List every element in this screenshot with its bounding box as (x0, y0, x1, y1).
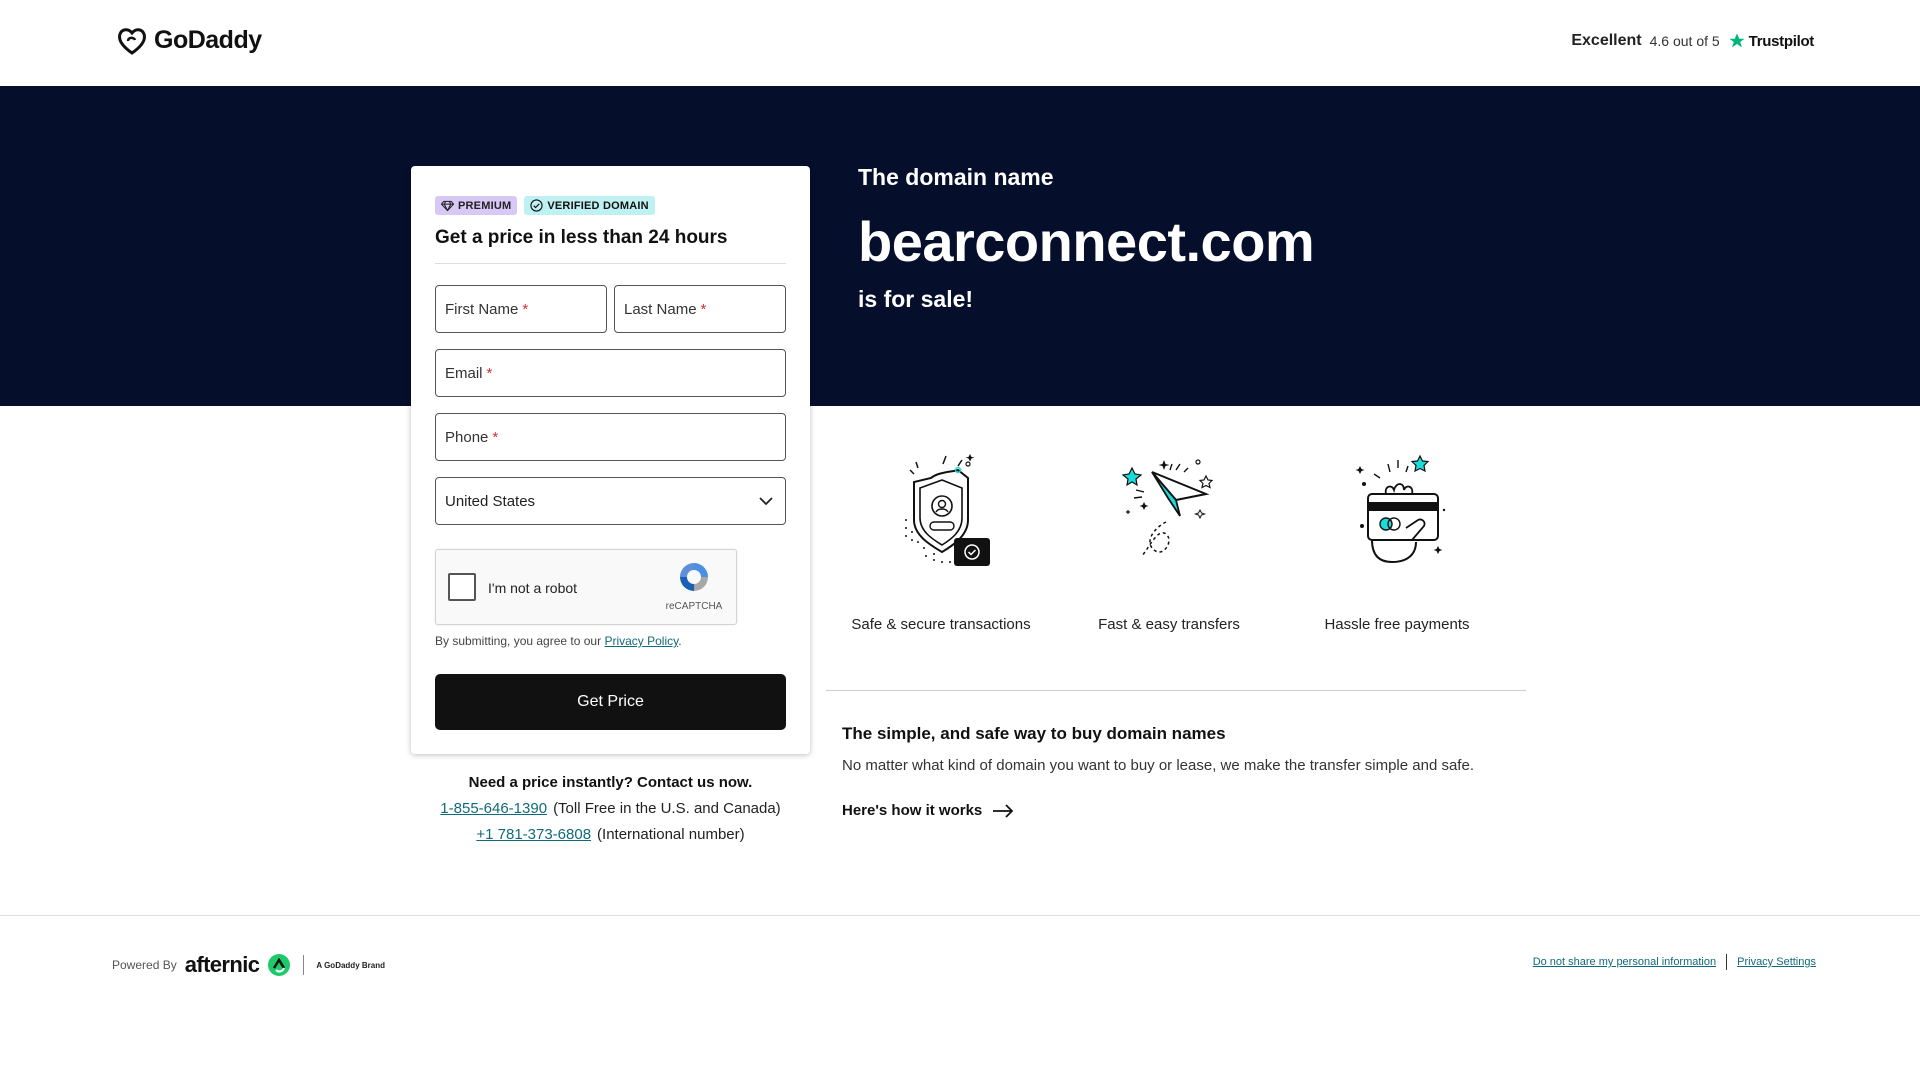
country-value: United States (445, 492, 536, 510)
email-label: Email (445, 364, 483, 382)
site-header: GoDaddy Excellent 4.6 out of 5 Trustpilo… (0, 0, 1920, 86)
form-title: Get a price in less than 24 hours (435, 227, 728, 248)
recaptcha-label: I'm not a robot (488, 580, 578, 596)
hero-text: The domain name bearconnect.com is for s… (858, 164, 1315, 313)
godaddy-brand-tag: A GoDaddy Brand (316, 960, 385, 970)
required-mark: * (486, 364, 493, 382)
afternic-logo-icon (268, 954, 291, 976)
verified-badge-label: VERIFIED DOMAIN (547, 199, 649, 212)
afternic-logo-text[interactable]: afternic (185, 952, 260, 978)
arrow-right-icon (993, 803, 1014, 818)
recaptcha-widget: I'm not a robot reCAPTCHA (435, 549, 737, 625)
diamond-icon (441, 200, 454, 211)
get-price-button[interactable]: Get Price (435, 674, 786, 730)
logo-text: GoDaddy (154, 26, 262, 54)
first-name-field[interactable]: First Name * (435, 285, 607, 333)
contact-heading: Need a price instantly? Contact us now. (468, 774, 753, 791)
recaptcha-brand: reCAPTCHA (665, 601, 723, 612)
badges: PREMIUM VERIFIED DOMAIN (435, 196, 786, 215)
intl-note: (International number) (597, 826, 745, 843)
how-it-works-link[interactable]: Here's how it works (842, 802, 1502, 819)
footer-links: Do not share my personal information Pri… (1533, 954, 1816, 970)
email-field[interactable]: Email * (435, 349, 786, 397)
terms-prefix: By submitting, you agree to our (435, 634, 602, 648)
godaddy-logo[interactable]: GoDaddy (116, 26, 262, 55)
required-mark: * (492, 428, 499, 446)
required-mark: * (700, 300, 707, 318)
powered-by: Powered By afternic A GoDaddy Brand (112, 952, 385, 978)
powered-by-label: Powered By (112, 958, 177, 972)
how-it-works-label: Here's how it works (842, 802, 983, 819)
feature-payments-label: Hassle free payments (1324, 616, 1470, 633)
chevron-down-icon (759, 496, 773, 505)
trustpilot-brand: Trustpilot (1728, 32, 1814, 50)
features-row: Safe & secure transactions Fast & easy t… (826, 450, 1526, 640)
price-form-card: PREMIUM VERIFIED DOMAIN Get a price in l… (411, 166, 810, 754)
site-footer: Powered By afternic A GoDaddy Brand Do n… (0, 915, 1920, 1080)
premium-badge: PREMIUM (435, 196, 518, 215)
do-not-share-link[interactable]: Do not share my personal information (1533, 956, 1716, 968)
tollfree-note: (Toll Free in the U.S. and Canada) (553, 800, 781, 817)
hero-banner: The domain name bearconnect.com is for s… (0, 86, 1920, 406)
divider (435, 263, 786, 264)
star-icon (1729, 33, 1745, 48)
privacy-settings-link[interactable]: Privacy Settings (1737, 956, 1816, 968)
godaddy-heart-icon (118, 27, 146, 55)
intl-line: +1 781-373-6808 (International number) (411, 826, 810, 843)
last-name-field[interactable]: Last Name * (614, 285, 786, 333)
feature-transfers: Fast & easy transfers (1054, 450, 1284, 633)
recaptcha-logo[interactable]: reCAPTCHA (664, 560, 724, 612)
country-select[interactable]: United States (435, 477, 786, 525)
paper-plane-icon (1121, 459, 1214, 557)
recaptcha-checkbox[interactable] (448, 573, 476, 601)
contact-section: Need a price instantly? Contact us now. … (411, 774, 810, 843)
phone-label: Phone (445, 428, 489, 446)
shield-icon (905, 454, 990, 566)
verified-domain-badge: VERIFIED DOMAIN (524, 196, 655, 215)
premium-badge-label: PREMIUM (458, 199, 512, 212)
for-sale-text: is for sale! (858, 286, 974, 312)
feature-secure: Safe & secure transactions (826, 450, 1056, 633)
tollfree-line: 1-855-646-1390 (Toll Free in the U.S. and… (411, 800, 810, 817)
trustpilot-label: Trustpilot (1748, 32, 1815, 50)
tollfree-phone-link[interactable]: 1-855-646-1390 (440, 800, 547, 817)
hero-subtitle: The domain name (858, 164, 1054, 190)
intl-phone-link[interactable]: +1 781-373-6808 (476, 826, 591, 843)
info-section: The simple, and safe way to buy domain n… (842, 724, 1502, 819)
brand-separator (303, 955, 305, 975)
recaptcha-icon (680, 563, 708, 591)
feature-transfers-label: Fast & easy transfers (1098, 616, 1240, 633)
feature-payments: Hassle free payments (1282, 450, 1512, 633)
trust-rating: 4.6 out of 5 (1649, 33, 1720, 49)
info-title: The simple, and safe way to buy domain n… (842, 724, 1226, 743)
trustpilot-widget[interactable]: Excellent 4.6 out of 5 Trustpilot (1571, 32, 1814, 50)
terms-suffix: . (678, 634, 682, 648)
privacy-policy-link[interactable]: Privacy Policy (604, 634, 678, 648)
info-body: No matter what kind of domain you want t… (842, 757, 1474, 774)
last-name-label: Last Name (624, 300, 697, 318)
domain-name: bearconnect.com (858, 210, 1315, 273)
phone-field[interactable]: Phone * (435, 413, 786, 461)
footer-separator (1726, 954, 1728, 970)
feature-secure-label: Safe & secure transactions (851, 616, 1031, 633)
divider (826, 690, 1526, 691)
required-mark: * (522, 300, 529, 318)
check-circle-icon (530, 199, 543, 212)
card-payment-icon (1355, 454, 1446, 564)
first-name-label: First Name (445, 300, 519, 318)
terms-text: By submitting, you agree to our Privacy … (435, 634, 682, 648)
trust-excellent: Excellent (1571, 32, 1642, 49)
